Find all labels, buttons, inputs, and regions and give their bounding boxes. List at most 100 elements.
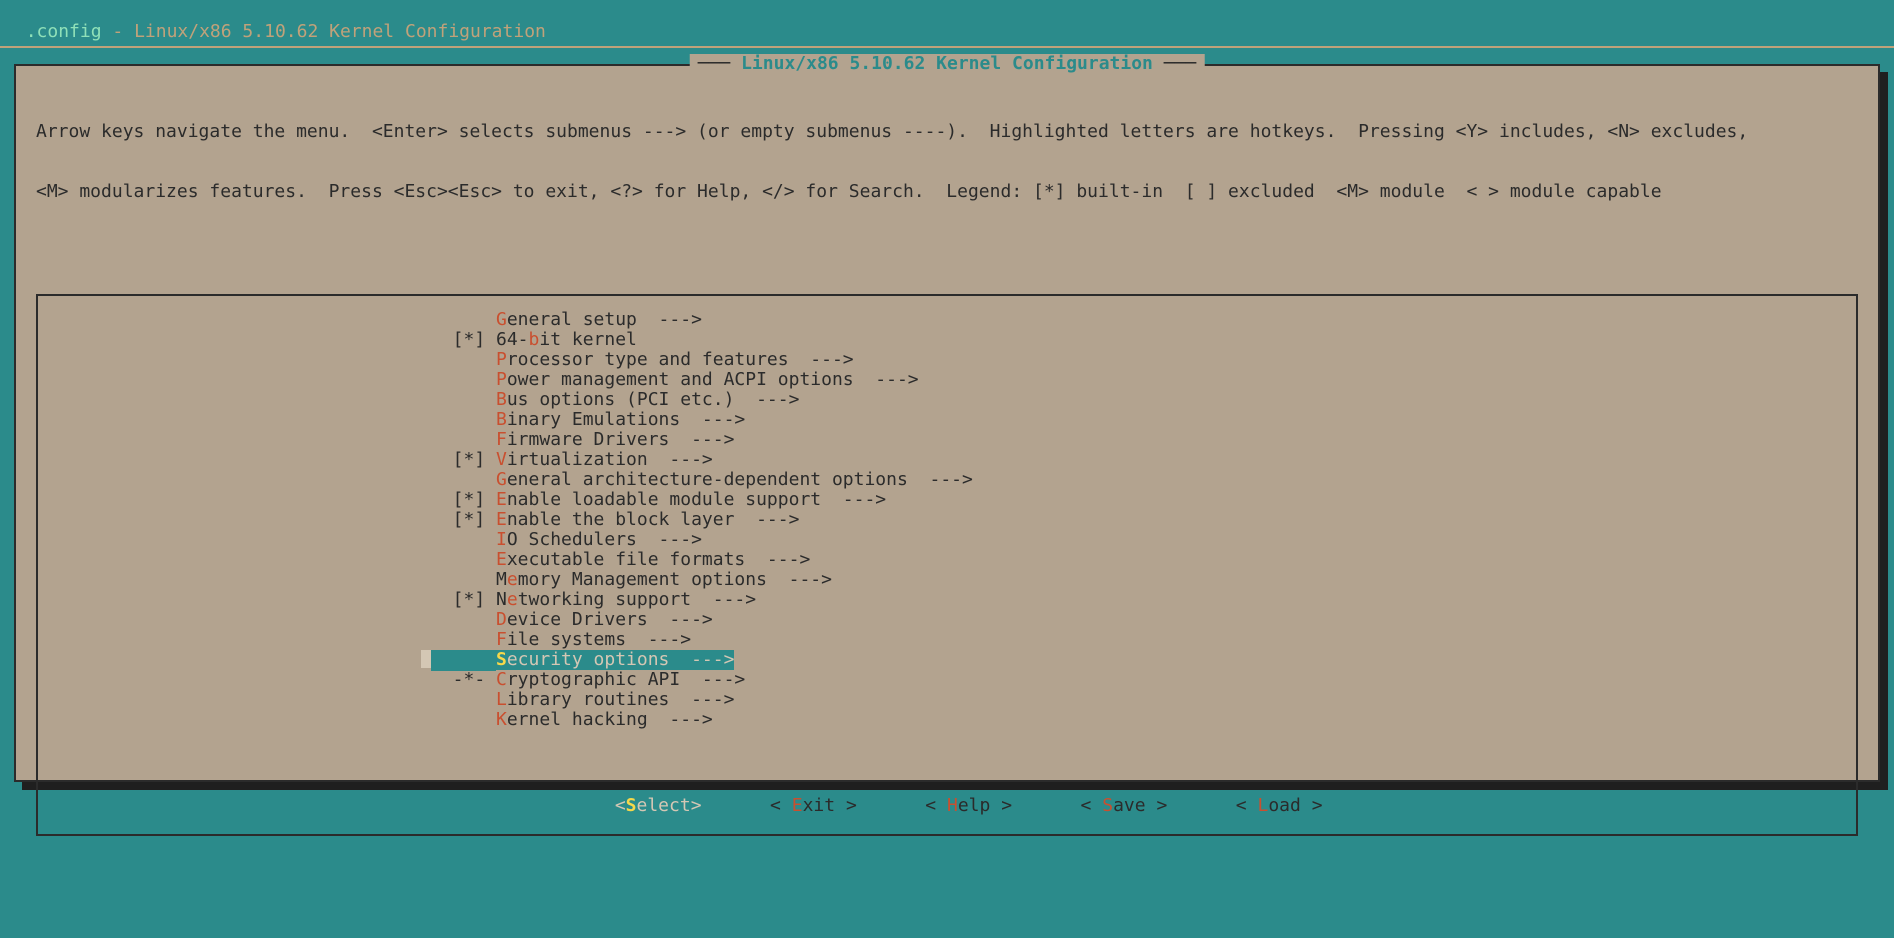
- menu-item-label: Security options --->: [496, 650, 734, 670]
- menu-item[interactable]: Executable file formats --->: [38, 550, 1856, 570]
- hotkey-char: I: [496, 529, 507, 550]
- hotkey-char: V: [496, 449, 507, 470]
- menu-list[interactable]: General setup --->[*] 64-bit kernel Proc…: [38, 310, 1856, 730]
- menu-item-label: Enable the block layer --->: [496, 510, 799, 530]
- menu-item-label: General setup --->: [496, 310, 702, 330]
- menu-item-indent: [*]: [38, 510, 496, 530]
- hotkey-char: E: [496, 489, 507, 510]
- hotkey-char: F: [496, 429, 507, 450]
- menu-item-label: Device Drivers --->: [496, 610, 713, 630]
- exit-button[interactable]: < Exit >: [752, 796, 875, 816]
- menu-item-label: Library routines --->: [496, 690, 734, 710]
- menu-item[interactable]: [*] Virtualization --->: [38, 450, 1856, 470]
- button-bar: <Select> < Exit > < Help > < Save > < Lo…: [16, 776, 1878, 836]
- menu-item[interactable]: General setup --->: [38, 310, 1856, 330]
- menu-item-label: Networking support --->: [496, 590, 756, 610]
- hotkey-char: D: [496, 609, 507, 630]
- menu-item[interactable]: IO Schedulers --->: [38, 530, 1856, 550]
- titlebar-sep: -: [102, 21, 135, 42]
- menu-item-indent: -*-: [38, 670, 496, 690]
- menu-item[interactable]: -*- Cryptographic API --->: [38, 670, 1856, 690]
- menu-item-indent: [38, 710, 496, 730]
- hotkey-char: L: [496, 689, 507, 710]
- menu-item[interactable]: [*] Networking support --->: [38, 590, 1856, 610]
- hotkey-char: C: [496, 669, 507, 690]
- main-panel: ─── Linux/x86 5.10.62 Kernel Configurati…: [14, 64, 1880, 782]
- menu-item[interactable]: Processor type and features --->: [38, 350, 1856, 370]
- hotkey-char: E: [496, 509, 507, 530]
- menu-item-indent: [38, 410, 496, 430]
- hotkey-char: e: [507, 569, 518, 590]
- load-button[interactable]: < Load >: [1218, 796, 1341, 816]
- menu-item-indent: [38, 570, 496, 590]
- menu-item-label: General architecture-dependent options -…: [496, 470, 973, 490]
- menu-item-label: Kernel hacking --->: [496, 710, 713, 730]
- menu-item-label: Memory Management options --->: [496, 570, 832, 590]
- menu-item-indent: [38, 650, 496, 670]
- menu-item-label: File systems --->: [496, 630, 691, 650]
- hotkey-char: G: [496, 309, 507, 330]
- menu-item-indent: [38, 550, 496, 570]
- menu-item-label: Bus options (PCI etc.) --->: [496, 390, 799, 410]
- menu-item-label: Processor type and features --->: [496, 350, 854, 370]
- config-file-name: .config: [26, 21, 102, 42]
- select-button[interactable]: <Select>: [597, 796, 720, 816]
- hotkey-char: B: [496, 409, 507, 430]
- menu-item-label: IO Schedulers --->: [496, 530, 702, 550]
- menu-item-label: Virtualization --->: [496, 450, 713, 470]
- menu-item-indent: [38, 610, 496, 630]
- cursor-icon: [421, 650, 431, 668]
- hotkey-char: E: [496, 549, 507, 570]
- hotkey-char: B: [496, 389, 507, 410]
- menu-item-indent: [38, 470, 496, 490]
- hotkey-char: P: [496, 349, 507, 370]
- menu-item-label: Binary Emulations --->: [496, 410, 745, 430]
- menu-item-label: Power management and ACPI options --->: [496, 370, 919, 390]
- menu-frame: General setup --->[*] 64-bit kernel Proc…: [36, 294, 1858, 836]
- menu-item[interactable]: File systems --->: [38, 630, 1856, 650]
- menu-item[interactable]: [*] Enable loadable module support --->: [38, 490, 1856, 510]
- titlebar-title: Linux/x86 5.10.62 Kernel Configuration: [134, 21, 546, 42]
- hotkey-char: b: [529, 329, 540, 350]
- menu-item[interactable]: Device Drivers --->: [38, 610, 1856, 630]
- menu-item[interactable]: Library routines --->: [38, 690, 1856, 710]
- help-line-1: Arrow keys navigate the menu. <Enter> se…: [36, 122, 1858, 142]
- menu-item[interactable]: Security options --->: [38, 650, 1856, 670]
- menu-item-indent: [38, 390, 496, 410]
- menu-item[interactable]: Binary Emulations --->: [38, 410, 1856, 430]
- hotkey-char: e: [507, 589, 518, 610]
- menu-item-indent: [38, 530, 496, 550]
- menu-item-label: Enable loadable module support --->: [496, 490, 886, 510]
- menu-item-indent: [38, 310, 496, 330]
- save-button[interactable]: < Save >: [1063, 796, 1186, 816]
- menu-item[interactable]: [*] 64-bit kernel: [38, 330, 1856, 350]
- menu-item-indent: [*]: [38, 590, 496, 610]
- help-text: Arrow keys navigate the menu. <Enter> se…: [16, 66, 1878, 250]
- help-line-2: <M> modularizes features. Press <Esc><Es…: [36, 182, 1858, 202]
- menu-item[interactable]: Memory Management options --->: [38, 570, 1856, 590]
- help-button[interactable]: < Help >: [907, 796, 1030, 816]
- menu-item-indent: [38, 430, 496, 450]
- hotkey-char: P: [496, 369, 507, 390]
- hotkey-char: G: [496, 469, 507, 490]
- menu-item-indent: [38, 350, 496, 370]
- menu-item-label: Cryptographic API --->: [496, 670, 745, 690]
- hotkey-char: K: [496, 709, 507, 730]
- menu-item[interactable]: Bus options (PCI etc.) --->: [38, 390, 1856, 410]
- hotkey-char: S: [496, 649, 507, 670]
- panel-title: ─── Linux/x86 5.10.62 Kernel Configurati…: [690, 54, 1205, 74]
- menu-item-indent: [38, 690, 496, 710]
- menu-item[interactable]: General architecture-dependent options -…: [38, 470, 1856, 490]
- hotkey-char: F: [496, 629, 507, 650]
- menu-item-indent: [38, 630, 496, 650]
- menu-item-indent: [*]: [38, 330, 496, 350]
- menu-item-label: Firmware Drivers --->: [496, 430, 734, 450]
- menu-item[interactable]: Power management and ACPI options --->: [38, 370, 1856, 390]
- menu-item-indent: [*]: [38, 490, 496, 510]
- menu-item-indent: [*]: [38, 450, 496, 470]
- menu-item-label: Executable file formats --->: [496, 550, 810, 570]
- menu-item[interactable]: [*] Enable the block layer --->: [38, 510, 1856, 530]
- menu-item[interactable]: Kernel hacking --->: [38, 710, 1856, 730]
- menu-item[interactable]: Firmware Drivers --->: [38, 430, 1856, 450]
- menu-item-indent: [38, 370, 496, 390]
